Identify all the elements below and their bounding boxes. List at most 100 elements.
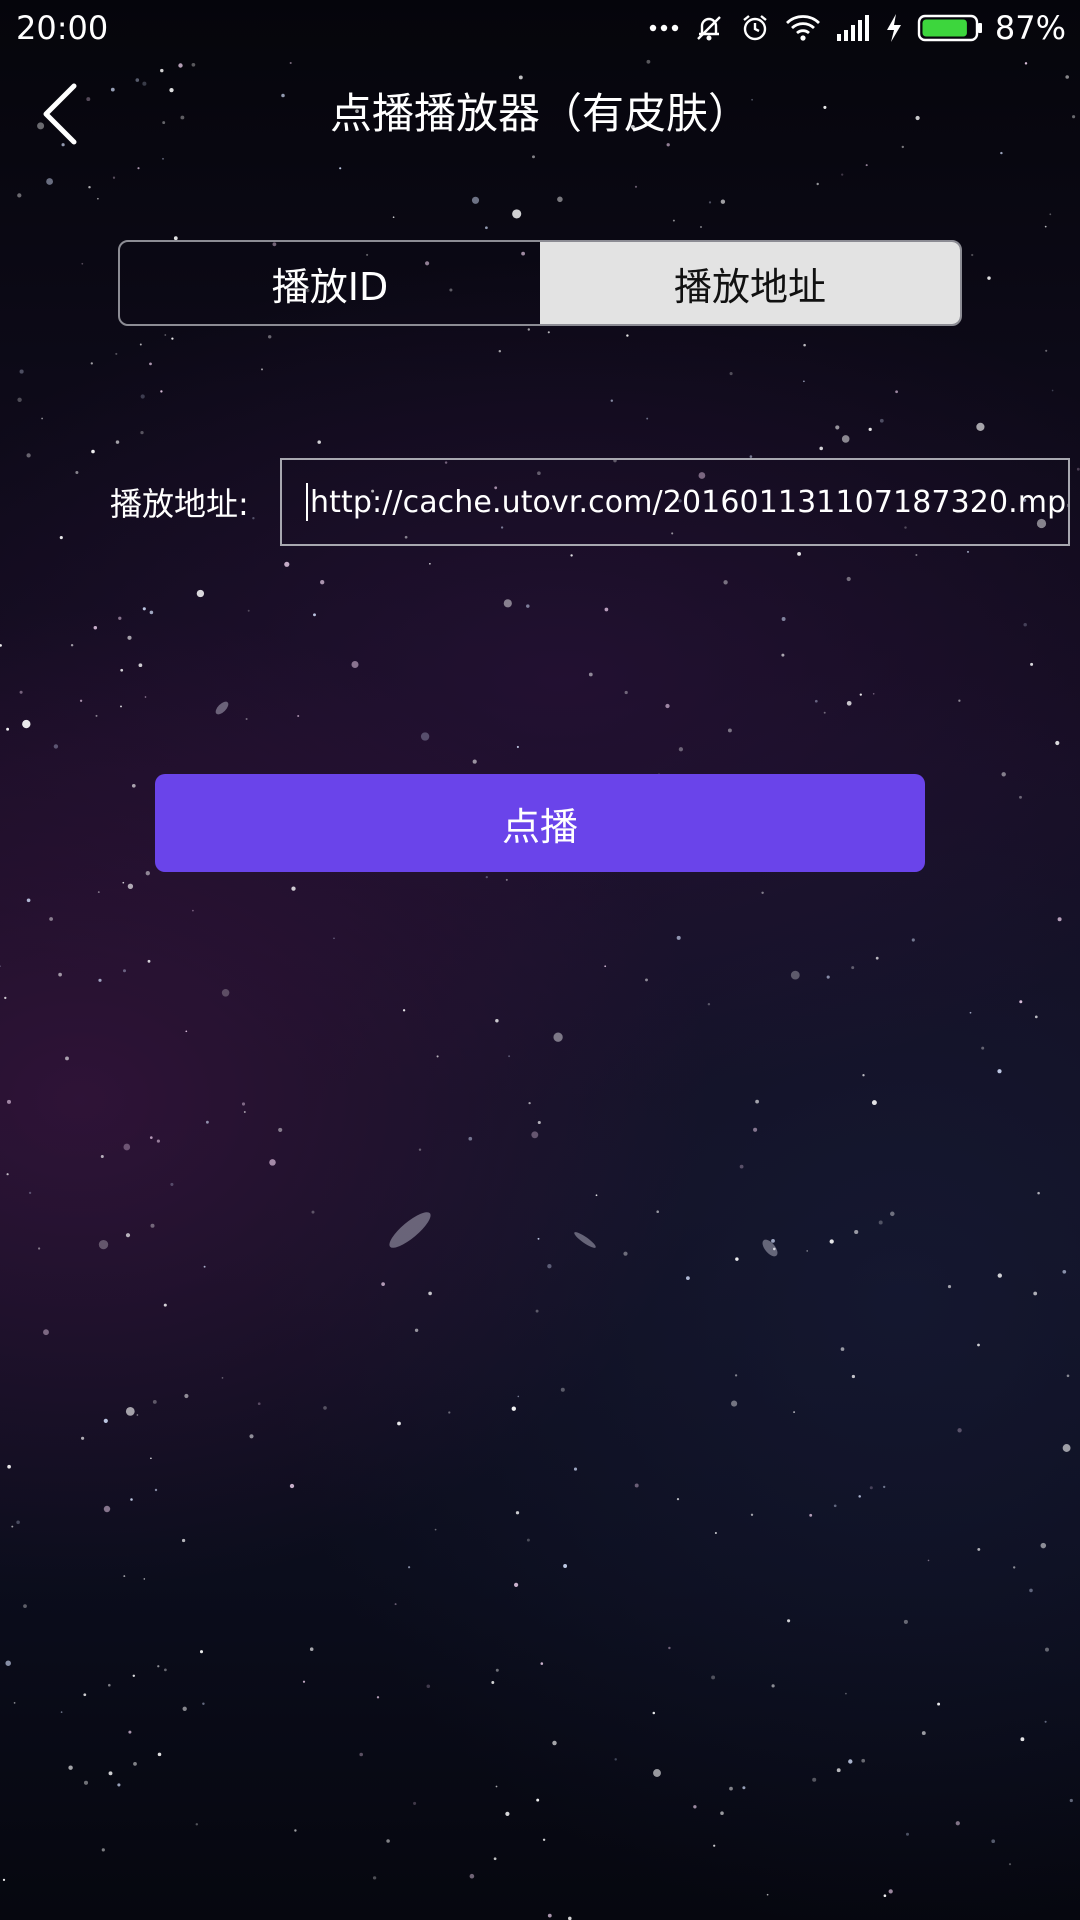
- status-time: 20:00: [16, 9, 109, 47]
- url-input[interactable]: http://cache.utovr.com/20160113110718732…: [280, 458, 1070, 546]
- star: [508, 1055, 511, 1058]
- star: [901, 145, 904, 149]
- star: [686, 1276, 690, 1280]
- text-caret: [306, 483, 308, 521]
- star: [676, 1497, 680, 1501]
- star: [206, 1120, 209, 1124]
- star: [413, 1801, 417, 1805]
- star: [485, 226, 488, 230]
- star: [1076, 467, 1080, 471]
- star: [645, 978, 648, 982]
- signal-icon: [835, 13, 871, 43]
- star: [140, 394, 145, 399]
- mute-bell-icon: [693, 12, 725, 44]
- star: [797, 551, 802, 556]
- star: [1062, 1269, 1067, 1274]
- star: [53, 744, 59, 749]
- star: [160, 390, 163, 393]
- play-button[interactable]: 点播: [155, 774, 925, 872]
- star: [957, 1428, 962, 1433]
- star: [448, 1411, 451, 1414]
- star: [739, 1164, 744, 1169]
- star: [202, 1702, 205, 1705]
- star: [729, 1786, 733, 1791]
- star: [653, 1769, 661, 1777]
- star: [323, 1406, 327, 1410]
- star: [563, 1564, 568, 1568]
- star: [125, 1233, 131, 1238]
- star: [138, 663, 143, 668]
- star: [108, 1683, 111, 1687]
- star: [376, 1696, 380, 1699]
- source-segmented-control: 播放ID 播放地址: [118, 240, 962, 326]
- star: [108, 1771, 113, 1776]
- star: [144, 696, 147, 698]
- star: [115, 352, 118, 355]
- tab-play-url[interactable]: 播放地址: [540, 242, 960, 324]
- star: [883, 1485, 886, 1489]
- star: [537, 1237, 540, 1240]
- star: [570, 554, 573, 557]
- star: [7, 1464, 11, 1469]
- star: [735, 1257, 739, 1261]
- star: [339, 167, 342, 170]
- tab-play-id[interactable]: 播放ID: [120, 242, 540, 324]
- star: [676, 935, 681, 940]
- star: [604, 607, 609, 612]
- star: [846, 700, 852, 706]
- star: [59, 536, 63, 540]
- star: [790, 970, 800, 980]
- star: [568, 1916, 572, 1920]
- star: [132, 1674, 136, 1678]
- star: [88, 185, 91, 189]
- star: [1019, 795, 1022, 799]
- star: [311, 1210, 315, 1214]
- star: [157, 1752, 162, 1757]
- star: [149, 610, 154, 615]
- star: [171, 337, 174, 340]
- star: [720, 1811, 724, 1815]
- star: [955, 1821, 960, 1826]
- star: [289, 1483, 295, 1489]
- star: [221, 1377, 224, 1379]
- star: [163, 1303, 167, 1307]
- star: [872, 693, 875, 695]
- star: [836, 1768, 841, 1773]
- star: [766, 1893, 769, 1896]
- star: [513, 1582, 519, 1588]
- star: [771, 1238, 775, 1243]
- star: [196, 589, 205, 598]
- star: [906, 1832, 909, 1836]
- star: [528, 1101, 531, 1105]
- galaxy: [389, 1212, 431, 1248]
- star: [145, 871, 150, 876]
- star: [573, 1467, 578, 1471]
- star: [392, 216, 395, 219]
- star: [491, 1681, 495, 1684]
- star: [793, 1411, 796, 1414]
- star: [1033, 1291, 1038, 1296]
- star: [991, 1839, 996, 1844]
- star: [947, 1285, 952, 1289]
- status-icons: 87%: [635, 8, 1066, 48]
- star: [136, 1414, 139, 1416]
- star: [372, 1876, 377, 1880]
- star: [397, 1421, 401, 1426]
- star: [1062, 1444, 1071, 1452]
- star: [823, 711, 826, 714]
- star: [540, 1662, 544, 1665]
- star: [604, 965, 607, 968]
- star: [1045, 1647, 1049, 1652]
- star: [19, 369, 24, 374]
- star: [434, 1528, 437, 1531]
- star: [123, 1143, 131, 1151]
- star: [149, 362, 152, 366]
- star: [903, 1619, 908, 1624]
- star: [646, 59, 651, 64]
- star: [164, 334, 167, 336]
- star: [526, 604, 530, 608]
- star: [418, 1148, 422, 1151]
- star: [97, 197, 99, 200]
- star: [937, 1702, 941, 1706]
- star: [623, 1251, 628, 1256]
